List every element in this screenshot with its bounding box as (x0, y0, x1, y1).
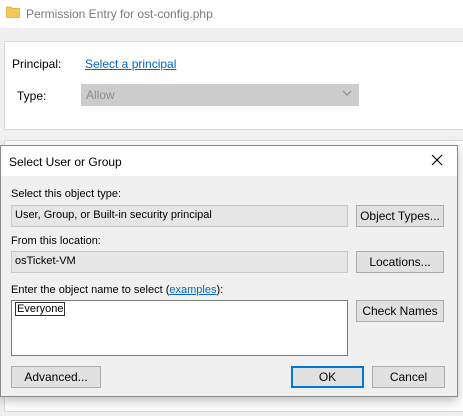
advanced-button[interactable]: Advanced... (11, 366, 101, 388)
object-type-field: User, Group, or Built-in security princi… (11, 205, 348, 227)
object-name-value: Everyone (15, 302, 66, 316)
type-label: Type: (17, 89, 47, 103)
select-principal-link[interactable]: Select a principal (85, 57, 176, 71)
cancel-button[interactable]: Cancel (372, 366, 445, 388)
permission-entry-titlebar: Permission Entry for ost-config.php (0, 0, 463, 28)
chevron-down-icon (342, 88, 352, 101)
ok-button[interactable]: OK (291, 366, 364, 388)
principal-label: Principal: (12, 57, 62, 71)
location-value: osTicket-VM (15, 255, 76, 267)
check-names-button[interactable]: Check Names (356, 300, 444, 322)
folder-icon (5, 6, 21, 19)
location-field: osTicket-VM (11, 251, 348, 273)
object-type-value: User, Group, or Built-in security princi… (15, 209, 212, 221)
dialog-title: Select User or Group (9, 155, 122, 169)
object-name-input[interactable]: Everyone (11, 300, 348, 356)
window-title: Permission Entry for ost-config.php (26, 7, 213, 21)
object-name-label-suffix: ): (216, 284, 224, 296)
type-select[interactable]: Allow (81, 84, 359, 106)
object-type-label: Select this object type: (11, 188, 122, 200)
dialog-titlebar: Select User or Group (1, 146, 457, 176)
type-select-value: Allow (86, 88, 115, 102)
object-name-label-text: Enter the object name to select ( (11, 284, 170, 296)
examples-link[interactable]: examples (169, 284, 216, 296)
close-button[interactable] (417, 146, 457, 176)
object-types-button[interactable]: Object Types... (356, 205, 444, 227)
locations-button[interactable]: Locations... (356, 251, 444, 273)
object-name-label: Enter the object name to select (example… (11, 284, 223, 296)
close-icon (431, 154, 443, 169)
location-label: From this location: (11, 235, 101, 247)
select-user-or-group-dialog: Select User or Group Select this object … (0, 145, 458, 397)
